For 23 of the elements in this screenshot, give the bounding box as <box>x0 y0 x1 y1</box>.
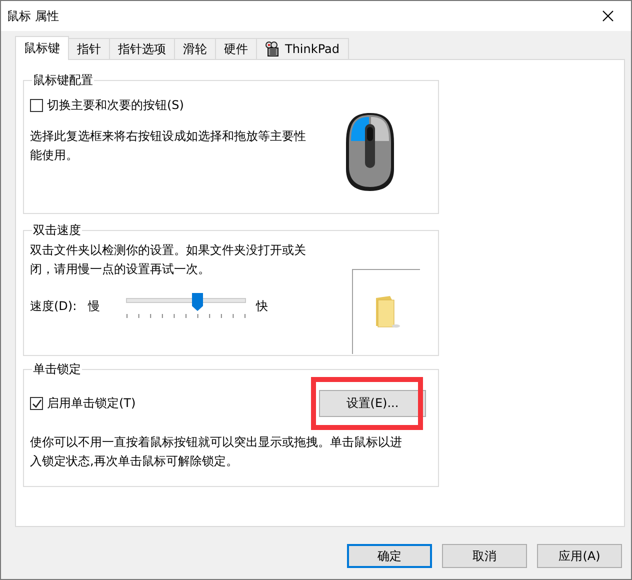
checkbox-label: 启用单击锁定(T) <box>47 395 136 412</box>
group-title: 单击锁定 <box>32 361 82 378</box>
checkbox[interactable] <box>30 397 43 410</box>
group-title: 鼠标键配置 <box>32 72 94 89</box>
checkbox[interactable] <box>30 99 43 112</box>
speed-slider[interactable] <box>126 293 246 319</box>
description-text: 选择此复选框来将右按钮设成如选择和拖放等主要性能使用。 <box>30 128 306 164</box>
mouse-icon <box>344 111 396 193</box>
description-text: 使你可以不用一直按着鼠标按钮就可以突出显示或拖拽。单击鼠标以进入锁定状态,再次单击鼠标可解除锁定。 <box>30 434 403 470</box>
dialog-button[interactable]: 确定 <box>347 544 432 568</box>
slow-label: 慢 <box>88 298 101 315</box>
fast-label: 快 <box>256 298 268 315</box>
tab[interactable]: 鼠标键 <box>15 36 69 60</box>
dialog-button[interactable]: 应用(A) <box>537 544 622 568</box>
description-text: 双击文件夹以检测你的设置。如果文件夹没打开或关闭，请用慢一点的设置再试一次。 <box>30 242 307 278</box>
tab[interactable]: ThinkPad <box>256 38 348 59</box>
slider-thumb[interactable] <box>192 293 203 311</box>
group-title: 双击速度 <box>32 222 82 239</box>
speed-label: 速度(D): <box>30 298 78 315</box>
settings-button[interactable]: 设置(E)... <box>319 390 426 417</box>
window-title: 鼠标 属性 <box>7 8 59 24</box>
dialog-button[interactable]: 取消 <box>442 544 527 568</box>
checkbox-label: 切换主要和次要的按钮(S) <box>47 97 184 114</box>
